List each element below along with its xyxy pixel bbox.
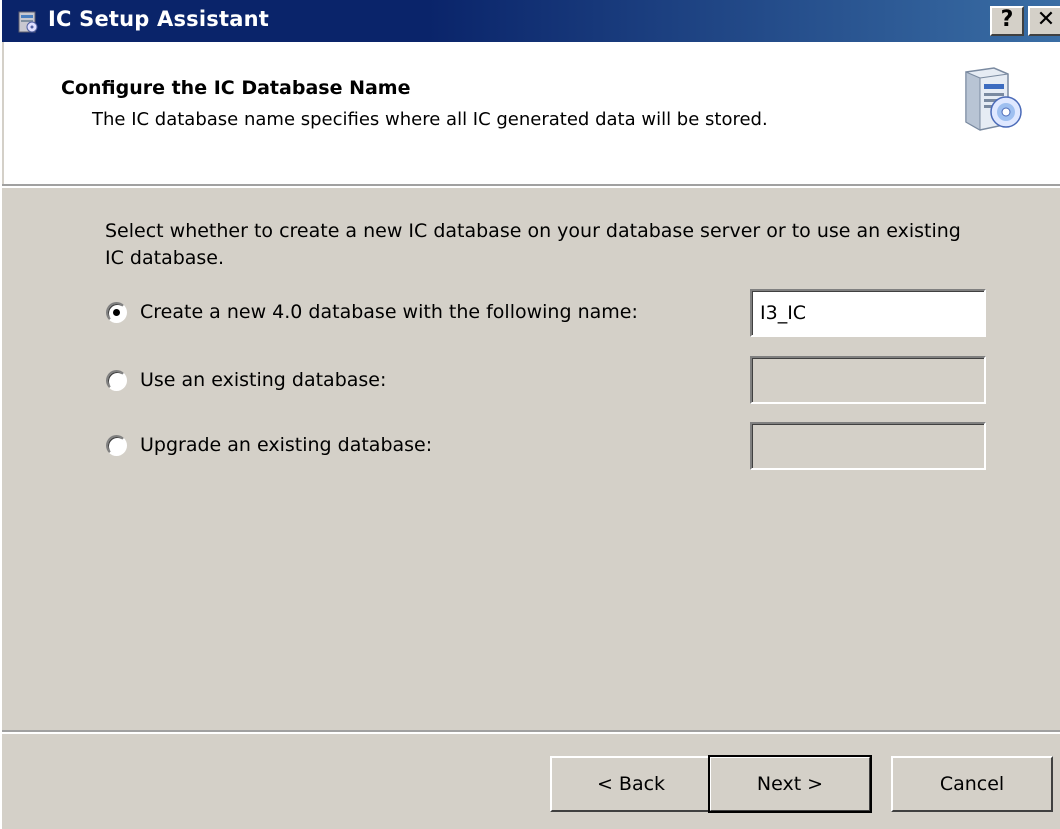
- page-title: Configure the IC Database Name: [61, 77, 411, 99]
- option-use-existing-label: Use an existing database:: [140, 369, 387, 391]
- app-icon: [18, 11, 38, 33]
- close-button[interactable]: ✕: [1028, 6, 1060, 36]
- option-use-existing[interactable]: Use an existing database:: [106, 365, 386, 395]
- existing-database-input: [750, 356, 986, 404]
- instructions-text: Select whether to create a new IC databa…: [105, 220, 961, 269]
- option-upgrade-existing[interactable]: Upgrade an existing database:: [106, 430, 432, 460]
- header-panel: Configure the IC Database Name The IC da…: [4, 42, 1060, 184]
- radio-use-existing[interactable]: [106, 369, 127, 391]
- footer-divider-highlight: [2, 732, 1060, 734]
- option-create-new-label: Create a new 4.0 database with the follo…: [140, 301, 638, 323]
- radio-upgrade-existing[interactable]: [106, 434, 127, 456]
- server-cd-icon: [965, 67, 1022, 131]
- title-bar[interactable]: IC Setup Assistant ? ✕: [2, 0, 1060, 42]
- window-title: IC Setup Assistant: [48, 7, 269, 31]
- help-button[interactable]: ?: [990, 6, 1024, 36]
- option-upgrade-existing-label: Upgrade an existing database:: [140, 434, 433, 456]
- upgrade-database-input: [750, 422, 986, 470]
- page-subtitle: The IC database name specifies where all…: [92, 109, 768, 130]
- radio-create-new[interactable]: [106, 301, 127, 323]
- back-button[interactable]: < Back: [550, 756, 712, 812]
- cancel-button[interactable]: Cancel: [891, 756, 1053, 812]
- new-database-name-input[interactable]: [750, 289, 986, 337]
- header-divider-highlight: [2, 186, 1060, 188]
- setup-assistant-window: IC Setup Assistant ? ✕ Configure the IC …: [0, 0, 1060, 829]
- option-create-new[interactable]: Create a new 4.0 database with the follo…: [106, 297, 638, 327]
- next-button[interactable]: Next >: [708, 755, 872, 813]
